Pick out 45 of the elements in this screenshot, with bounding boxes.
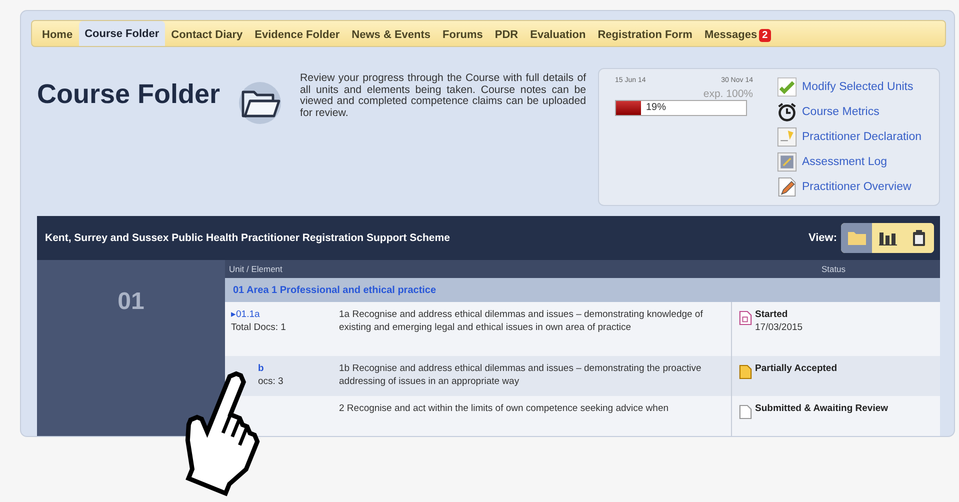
element-description: 2 Recognise and act within the limits of own competence seeking advice when [339, 403, 669, 414]
message-count-badge: 2 [759, 28, 771, 42]
scheme-title: Kent, Surrey and Sussex Public Health Practitioner Registration Support Scheme [45, 232, 450, 244]
pencil-document-icon [777, 176, 797, 197]
nav-tab[interactable]: Contact Diary [165, 24, 249, 46]
element-description: 1b Recognise and address ethical dilemmas and issues – demonstrating the proactive addressing of issues in an appropriate way [339, 363, 702, 387]
panel-link[interactable]: Course Metrics [802, 106, 880, 118]
status-label: Started [755, 308, 789, 321]
nav-tab[interactable]: Home [36, 24, 79, 46]
status-label: Submitted & Awaiting Review [755, 402, 888, 415]
nav-tab[interactable]: Registration Form [592, 24, 698, 46]
page-title: Course Folder [37, 79, 220, 110]
element-description: 1a Recognise and address ethical dilemmas and issues – demonstrating knowledge of existing and emerging legal and ethical issues in own area of practice [339, 309, 703, 333]
accepted-document-icon [739, 364, 752, 380]
page-description: Review your progress through the Course with full details of all units and elements being taken. Course notes can be viewed and completed competence claims can be uploaded for review. [300, 73, 586, 119]
panel-link[interactable]: Practitioner Declaration [802, 130, 922, 143]
nav-tab[interactable]: Course Folder [78, 21, 166, 46]
checkmark-icon [777, 77, 797, 98]
folder-icon [238, 81, 282, 125]
folder-icon [846, 230, 866, 246]
unit-number: 01 [116, 287, 146, 317]
panel-link[interactable]: Assessment Log [802, 156, 888, 168]
log-icon [777, 152, 797, 172]
status-label: Partially Accepted [755, 362, 838, 375]
panel-link[interactable]: Modify Selected Units [802, 81, 914, 94]
view-label: View: [808, 232, 837, 244]
bar-chart-icon [878, 230, 898, 246]
document-icon [777, 126, 797, 147]
nav-tab[interactable]: Forums [436, 24, 489, 46]
nav-tab[interactable]: PDR [488, 24, 524, 46]
nav-tab[interactable]: Messages 2 [698, 24, 777, 46]
nav-tab[interactable]: Evidence Folder [248, 24, 346, 46]
status-date: 17/03/2015 [755, 321, 803, 334]
document-icon [739, 404, 752, 420]
docs-count: ocs: 3 [257, 375, 284, 388]
column-header: Status [820, 264, 847, 274]
nav-tab[interactable]: Evaluation [524, 24, 592, 46]
column-header: Unit / Element [228, 264, 284, 274]
panel-link[interactable]: Practitioner Overview [802, 180, 912, 193]
alarm-clock-icon [777, 102, 797, 122]
nav-tab[interactable]: News & Events [346, 24, 437, 46]
progress-reading: 19% [646, 101, 666, 115]
docs-count: Total Docs: 1 [231, 321, 287, 334]
document-icon [739, 310, 752, 326]
element-link[interactable]: ▸01.1a [231, 308, 327, 321]
